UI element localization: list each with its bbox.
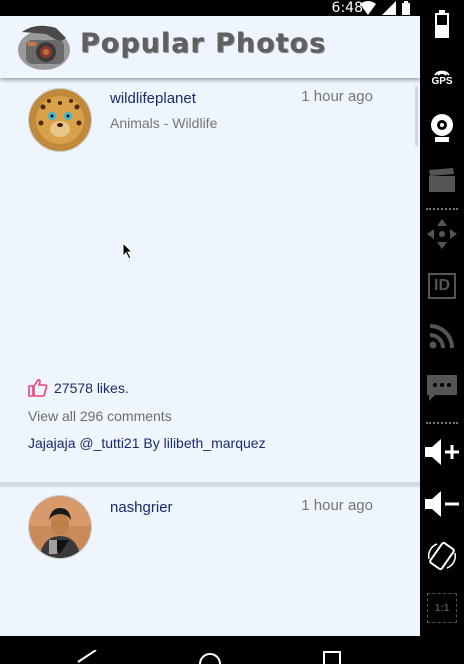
gps-control-button[interactable]: GPS	[420, 56, 464, 96]
likes-row: 27578 likes.	[28, 379, 129, 397]
post-card: nashgrier 1 hour ago	[0, 487, 420, 636]
scale-icon: 1:1	[427, 593, 457, 623]
emulator-sidebar: GPS ID 1:1	[420, 0, 464, 663]
avatar[interactable]	[28, 495, 92, 559]
mouse-cursor-icon	[122, 242, 134, 260]
post-category: Animals - Wildlife	[110, 115, 218, 131]
dpad-icon	[427, 219, 457, 249]
view-comments-link[interactable]: View all 296 comments	[28, 408, 172, 424]
status-icons: 6:48	[332, 0, 410, 16]
rotate-button[interactable]	[420, 536, 464, 576]
photo-feed: wildlifeplanet 1 hour ago Animals - Wild…	[0, 78, 420, 636]
dpad-control-button[interactable]	[420, 214, 464, 254]
status-time: 6:48	[331, 0, 363, 16]
rotate-icon	[427, 541, 457, 571]
clapperboard-icon	[429, 168, 455, 192]
volume-down-button[interactable]	[420, 484, 464, 524]
webcam-icon	[431, 114, 453, 142]
post-caption: Jajajaja @_tutti21 By lilibeth_marquez	[28, 435, 266, 451]
gps-signal-icon	[434, 70, 450, 76]
back-icon[interactable]	[76, 650, 98, 664]
device-id-control-button[interactable]: ID	[420, 266, 464, 306]
post-username[interactable]: wildlifeplanet	[110, 90, 196, 107]
gps-label: GPS	[431, 75, 453, 87]
app-title: Popular Photos	[80, 28, 327, 59]
post-time: 1 hour ago	[301, 88, 373, 105]
battery-control-button[interactable]	[420, 4, 464, 44]
like-icon[interactable]	[28, 379, 48, 397]
scrollbar[interactable]	[415, 86, 418, 146]
sms-control-button[interactable]	[420, 368, 464, 408]
post-card: wildlifeplanet 1 hour ago Animals - Wild…	[0, 78, 420, 487]
volume-up-button[interactable]	[420, 432, 464, 472]
post-username[interactable]: nashgrier	[110, 499, 173, 516]
rss-icon	[429, 324, 454, 349]
navigation-bar	[0, 636, 420, 664]
volume-down-icon	[425, 491, 459, 517]
app-screen: Popular Photos wildlifeplanet 1 hour ago…	[0, 16, 420, 636]
status-bar: 6:48	[0, 0, 420, 16]
signal-icon	[382, 1, 396, 15]
home-icon[interactable]	[198, 650, 222, 664]
id-icon: ID	[428, 273, 456, 299]
battery-icon	[402, 1, 410, 15]
network-control-button[interactable]	[420, 316, 464, 356]
leopard-avatar-image	[29, 89, 91, 151]
sidebar-divider	[426, 422, 458, 424]
post-time: 1 hour ago	[301, 497, 373, 514]
sidebar-divider	[426, 208, 458, 210]
recents-icon[interactable]	[322, 650, 342, 664]
person-avatar-image	[29, 496, 91, 558]
scale-label: 1:1	[434, 602, 450, 614]
camera-control-button[interactable]	[420, 108, 464, 148]
volume-up-icon	[425, 439, 459, 465]
avatar[interactable]	[28, 88, 92, 152]
camera-logo-icon	[18, 25, 70, 70]
battery-icon	[435, 10, 449, 38]
screenrecord-control-button[interactable]	[420, 160, 464, 200]
message-icon	[427, 375, 457, 401]
scale-button[interactable]: 1:1	[420, 588, 464, 628]
likes-count: 27578 likes.	[54, 380, 129, 396]
app-bar: Popular Photos	[0, 16, 420, 78]
id-label: ID	[434, 277, 450, 294]
